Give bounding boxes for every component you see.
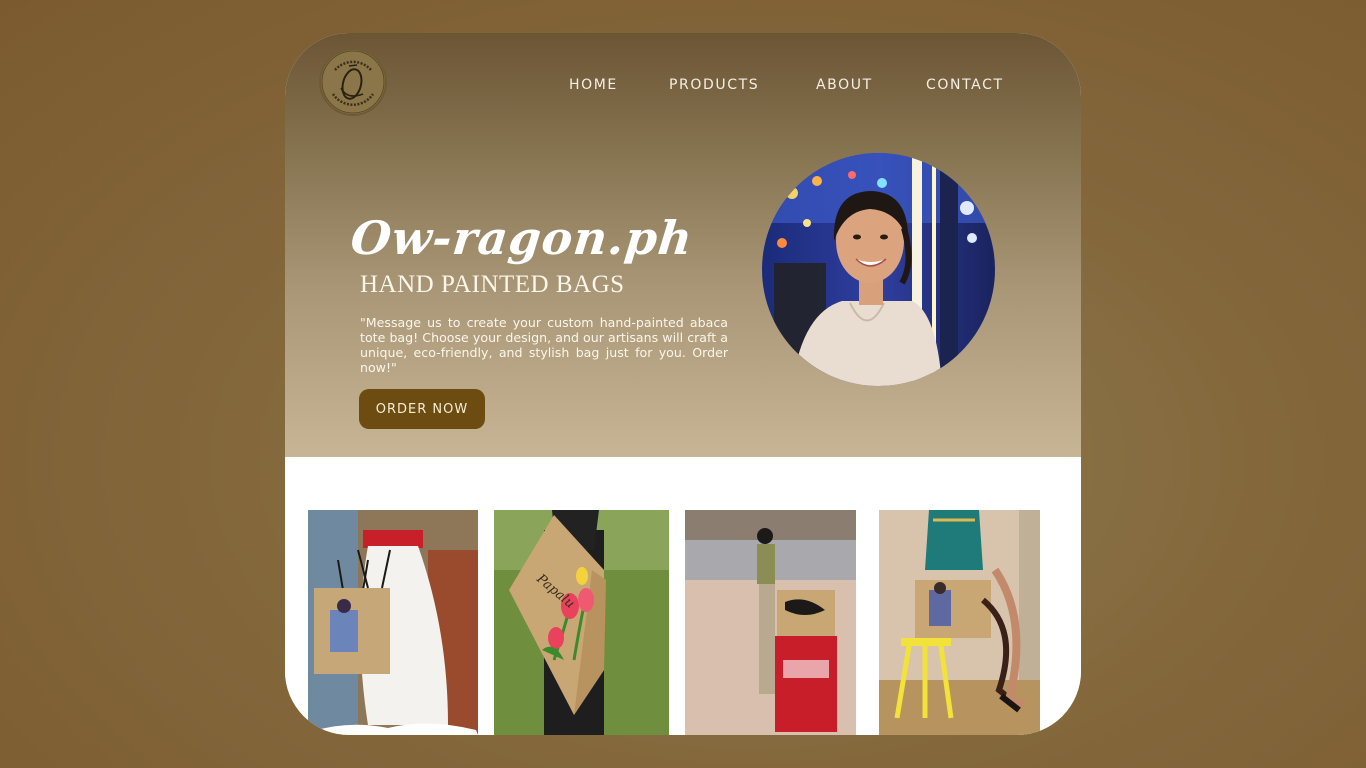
main-nav: HOME PRODUCTS ABOUT CONTACT bbox=[285, 77, 1081, 97]
gallery-photo-1[interactable] bbox=[308, 510, 478, 735]
nav-about[interactable]: ABOUT bbox=[816, 77, 873, 93]
hero-tagline: "Message us to create your custom hand-p… bbox=[360, 315, 728, 375]
nav-home[interactable]: HOME bbox=[569, 77, 618, 93]
brand-title: Ow-ragon.ph bbox=[348, 211, 696, 265]
order-now-button[interactable]: ORDER NOW bbox=[359, 389, 485, 429]
nav-products[interactable]: PRODUCTS bbox=[669, 77, 759, 93]
owner-portrait bbox=[762, 153, 995, 386]
gallery-photo-3[interactable] bbox=[685, 510, 856, 735]
site-card: HOME PRODUCTS ABOUT CONTACT Ow-ragon.ph … bbox=[285, 33, 1081, 735]
brand-subtitle: HAND PAINTED BAGS bbox=[360, 271, 625, 298]
nav-contact[interactable]: CONTACT bbox=[926, 77, 1004, 93]
gallery-photo-4[interactable] bbox=[879, 510, 1040, 735]
hero-section: HOME PRODUCTS ABOUT CONTACT Ow-ragon.ph … bbox=[285, 33, 1081, 457]
gallery-photo-2[interactable]: Papalu bbox=[494, 510, 669, 735]
product-gallery: Papalu bbox=[285, 457, 1081, 735]
